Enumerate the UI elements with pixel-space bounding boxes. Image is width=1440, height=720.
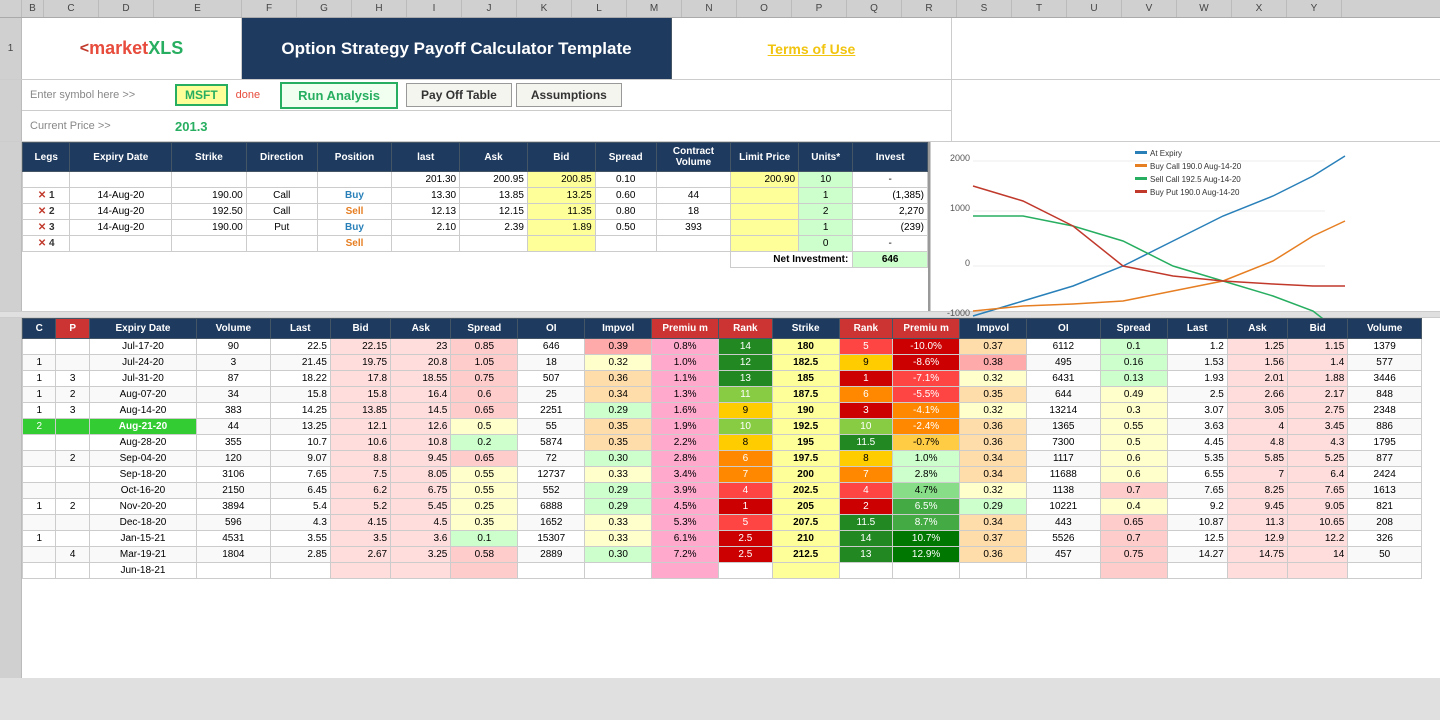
legs-row-4: ✕ 4 Sell 0 - [23,236,928,252]
invest-col-header: Invest [853,143,928,172]
col-oi: OI [518,319,585,339]
ask-col-header: Ask [460,143,528,172]
legs-col-header: Legs [23,143,70,172]
col-p: P [56,319,89,339]
symbol-label: Enter symbol here >> [30,89,175,101]
price-value: 201.3 [175,119,208,134]
symbol-input[interactable]: MSFT [175,84,228,106]
units-col-header: Units* [799,143,853,172]
payoff-chart: 2000 1000 0 -1000 -2000 175 180 185 190 [930,142,1440,311]
col-bid: Bid [330,319,390,339]
data-row-4: 1 3 Aug-14-20 383 14.25 13.85 14.5 0.65 … [23,403,1422,419]
bid-col-header: Bid [527,143,595,172]
data-row-14: Jun-18-21 [23,563,1422,579]
col-ask: Ask [391,319,451,339]
data-row-0: Jul-17-20 90 22.5 22.15 23 0.85 646 0.39… [23,339,1422,355]
terms-of-use-link[interactable]: Terms of Use [768,41,856,57]
logo-icon: < [80,40,89,58]
col-impvol: Impvol [585,319,652,339]
price-label: Current Price >> [30,120,175,132]
col-strike-center: Strike [772,319,839,339]
col-rank-r: Rank [839,319,893,339]
done-label: done [236,89,260,101]
payoff-table-button[interactable]: Pay Off Table [406,83,512,107]
col-expiry: Expiry Date [89,319,196,339]
data-row-8: Sep-18-20 3106 7.65 7.5 8.05 0.55 12737 … [23,467,1422,483]
app-title: Option Strategy Payoff Calculator Templa… [242,18,672,79]
legs-row-3: ✕ 3 14-Aug-20 190.00 Put Buy 2.10 2.39 1… [23,220,928,236]
run-analysis-button[interactable]: Run Analysis [280,82,398,109]
data-row-6: Aug-28-20 355 10.7 10.6 10.8 0.2 5874 0.… [23,435,1422,451]
svg-text:0: 0 [965,258,970,268]
data-row-3: 1 2 Aug-07-20 34 15.8 15.8 16.4 0.6 25 0… [23,387,1422,403]
svg-text:1000: 1000 [950,203,970,213]
legs-table: Legs Expiry Date Strike Direction Positi… [22,142,928,268]
col-premium-l: Premiu m [652,319,719,339]
options-data-table: C P Expiry Date Volume Last Bid Ask Spre… [22,318,1422,579]
data-row-11: Dec-18-20 596 4.3 4.15 4.5 0.35 1652 0.3… [23,515,1422,531]
spread-col-header: Spread [595,143,656,172]
net-investment-row: Net Investment: 646 [23,252,928,268]
col-volume-r: Volume [1348,319,1422,339]
col-rank-l: Rank [719,319,773,339]
col-last-r: Last [1167,319,1227,339]
col-volume: Volume [197,319,271,339]
expiry-col-header: Expiry Date [70,143,172,172]
data-row-10: 1 2 Nov-20-20 3894 5.4 5.2 5.45 0.25 688… [23,499,1422,515]
svg-text:Buy Put 190.0 Aug-14-20: Buy Put 190.0 Aug-14-20 [1150,188,1240,197]
assumptions-button[interactable]: Assumptions [516,83,622,107]
contract-vol-col-header: Contract Volume [656,143,731,172]
col-bid-r: Bid [1288,319,1348,339]
logo-area: <marketXLS [22,18,242,79]
legs-row-1: ✕ 1 14-Aug-20 190.00 Call Buy 13.30 13.8… [23,188,928,204]
logo-text: market [89,38,148,59]
data-row-1: 1 Jul-24-20 3 21.45 19.75 20.8 1.05 18 0… [23,355,1422,371]
col-c: C [23,319,56,339]
col-last: Last [270,319,330,339]
col-spread: Spread [451,319,518,339]
data-row-7: 2 Sep-04-20 120 9.07 8.8 9.45 0.65 72 0.… [23,451,1422,467]
data-row-13: 4 Mar-19-21 1804 2.85 2.67 3.25 0.58 288… [23,547,1422,563]
svg-text:At Expiry: At Expiry [1150,149,1182,158]
svg-text:2000: 2000 [950,153,970,163]
col-impvol-r: Impvol [960,319,1027,339]
data-row-12: 1 Jan-15-21 4531 3.55 3.5 3.6 0.1 15307 … [23,531,1422,547]
col-ask-r: Ask [1227,319,1287,339]
legs-row-price: 201.30 200.95 200.85 0.10 200.90 10 - [23,172,928,188]
data-row-5: 2 Aug-21-20 44 13.25 12.1 12.6 0.5 55 0.… [23,419,1422,435]
col-oi-r: OI [1027,319,1101,339]
col-premium-r: Premiu m [893,319,960,339]
svg-text:-1000: -1000 [947,308,970,318]
position-col-header: Position [317,143,392,172]
data-row-2: 1 3 Jul-31-20 87 18.22 17.8 18.55 0.75 5… [23,371,1422,387]
svg-text:Sell Call 192.5 Aug-14-20: Sell Call 192.5 Aug-14-20 [1150,175,1241,184]
limit-price-col-header: Limit Price [731,143,799,172]
col-spread-r: Spread [1100,319,1167,339]
legs-row-2: ✕ 2 14-Aug-20 192.50 Call Sell 12.13 12.… [23,204,928,220]
strike-col-header: Strike [172,143,247,172]
data-row-9: Oct-16-20 2150 6.45 6.2 6.75 0.55 552 0.… [23,483,1422,499]
svg-text:Buy Call 190.0 Aug-14-20: Buy Call 190.0 Aug-14-20 [1150,162,1242,171]
direction-col-header: Direction [246,143,317,172]
last-col-header: last [392,143,460,172]
